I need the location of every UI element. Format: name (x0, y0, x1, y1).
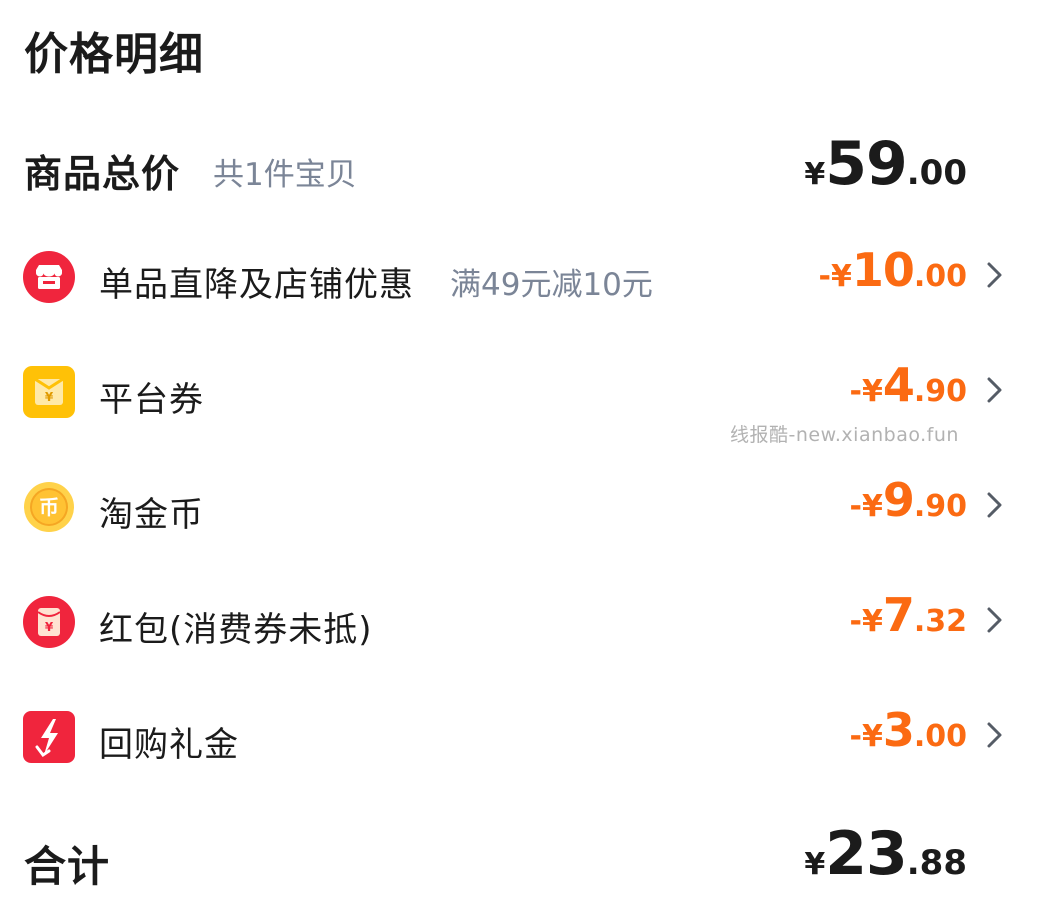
chevron-right-icon (987, 377, 1002, 403)
cashback-icon (23, 711, 75, 763)
price-decimal: .00 (913, 719, 967, 754)
discount-row-shop[interactable]: 单品直降及店铺优惠 满49元减10元 -¥10.00 (0, 243, 1057, 315)
discount-amount: -¥3.00 (850, 703, 968, 757)
discount-sign: -¥ (849, 719, 883, 754)
gold-coin-icon: 币 (24, 482, 74, 532)
currency-symbol: ¥ (804, 847, 826, 882)
discount-amount: -¥10.00 (819, 243, 968, 297)
discount-amount: -¥9.90 (850, 473, 968, 527)
price-decimal: .32 (913, 604, 967, 639)
currency-symbol: ¥ (804, 157, 826, 192)
price-integer: 4 (882, 358, 915, 412)
total-row: 合计 ¥23.88 (0, 815, 1057, 895)
chevron-right-icon (987, 492, 1002, 518)
discount-label: 平台券 (99, 380, 204, 420)
total-label: 合计 (24, 842, 111, 891)
price-detail-panel: 价格明细 商品总价 共1件宝贝 ¥59.00 单品直降及店铺优惠 满49元减10… (0, 0, 1057, 909)
discount-amount: -¥7.32 (850, 588, 968, 642)
discount-sign: -¥ (849, 374, 883, 409)
chevron-right-icon (987, 607, 1002, 633)
discount-amount: -¥4.90 (850, 358, 968, 412)
price-integer: 9 (882, 473, 915, 527)
discount-label: 单品直降及店铺优惠 (99, 265, 414, 305)
discount-row-gold-coin[interactable]: 币 淘金币 -¥9.90 (0, 473, 1057, 545)
price-decimal: .88 (906, 843, 967, 883)
discount-label: 红包(消费券未抵) (99, 610, 373, 650)
total-price: ¥23.88 (804, 819, 967, 889)
price-decimal: .90 (913, 489, 967, 524)
svg-text:币: 币 (39, 495, 59, 519)
discount-condition: 满49元减10元 (450, 267, 653, 303)
price-integer: 7 (882, 588, 915, 642)
coupon-icon: ¥ (23, 366, 75, 418)
chevron-right-icon (987, 722, 1002, 748)
discount-label: 回购礼金 (99, 725, 239, 765)
price-integer: 10 (851, 243, 915, 297)
discount-row-cashback[interactable]: 回购礼金 -¥3.00 (0, 703, 1057, 775)
subtotal-label: 商品总价 (24, 152, 181, 196)
subtotal-row: 商品总价 共1件宝贝 ¥59.00 (0, 125, 1057, 205)
price-decimal: .90 (913, 374, 967, 409)
price-integer: 59 (825, 129, 907, 199)
item-count: 共1件宝贝 (213, 157, 357, 193)
price-integer: 23 (825, 819, 907, 889)
chevron-right-icon (987, 262, 1002, 288)
price-decimal: .00 (913, 259, 967, 294)
discount-sign: -¥ (849, 489, 883, 524)
shop-icon (23, 251, 75, 303)
page-title: 价格明细 (24, 29, 204, 80)
price-integer: 3 (882, 703, 915, 757)
discount-sign: -¥ (849, 604, 883, 639)
svg-text:¥: ¥ (45, 620, 54, 634)
discount-sign: -¥ (818, 259, 852, 294)
watermark: 线报酷-new.xianbao.fun (730, 424, 959, 446)
price-decimal: .00 (906, 153, 967, 193)
red-envelope-icon: ¥ (23, 596, 75, 648)
discount-row-red-envelope[interactable]: ¥ 红包(消费券未抵) -¥7.32 (0, 588, 1057, 660)
svg-text:¥: ¥ (45, 390, 54, 404)
discount-label: 淘金币 (99, 495, 204, 535)
subtotal-price: ¥59.00 (804, 129, 967, 199)
